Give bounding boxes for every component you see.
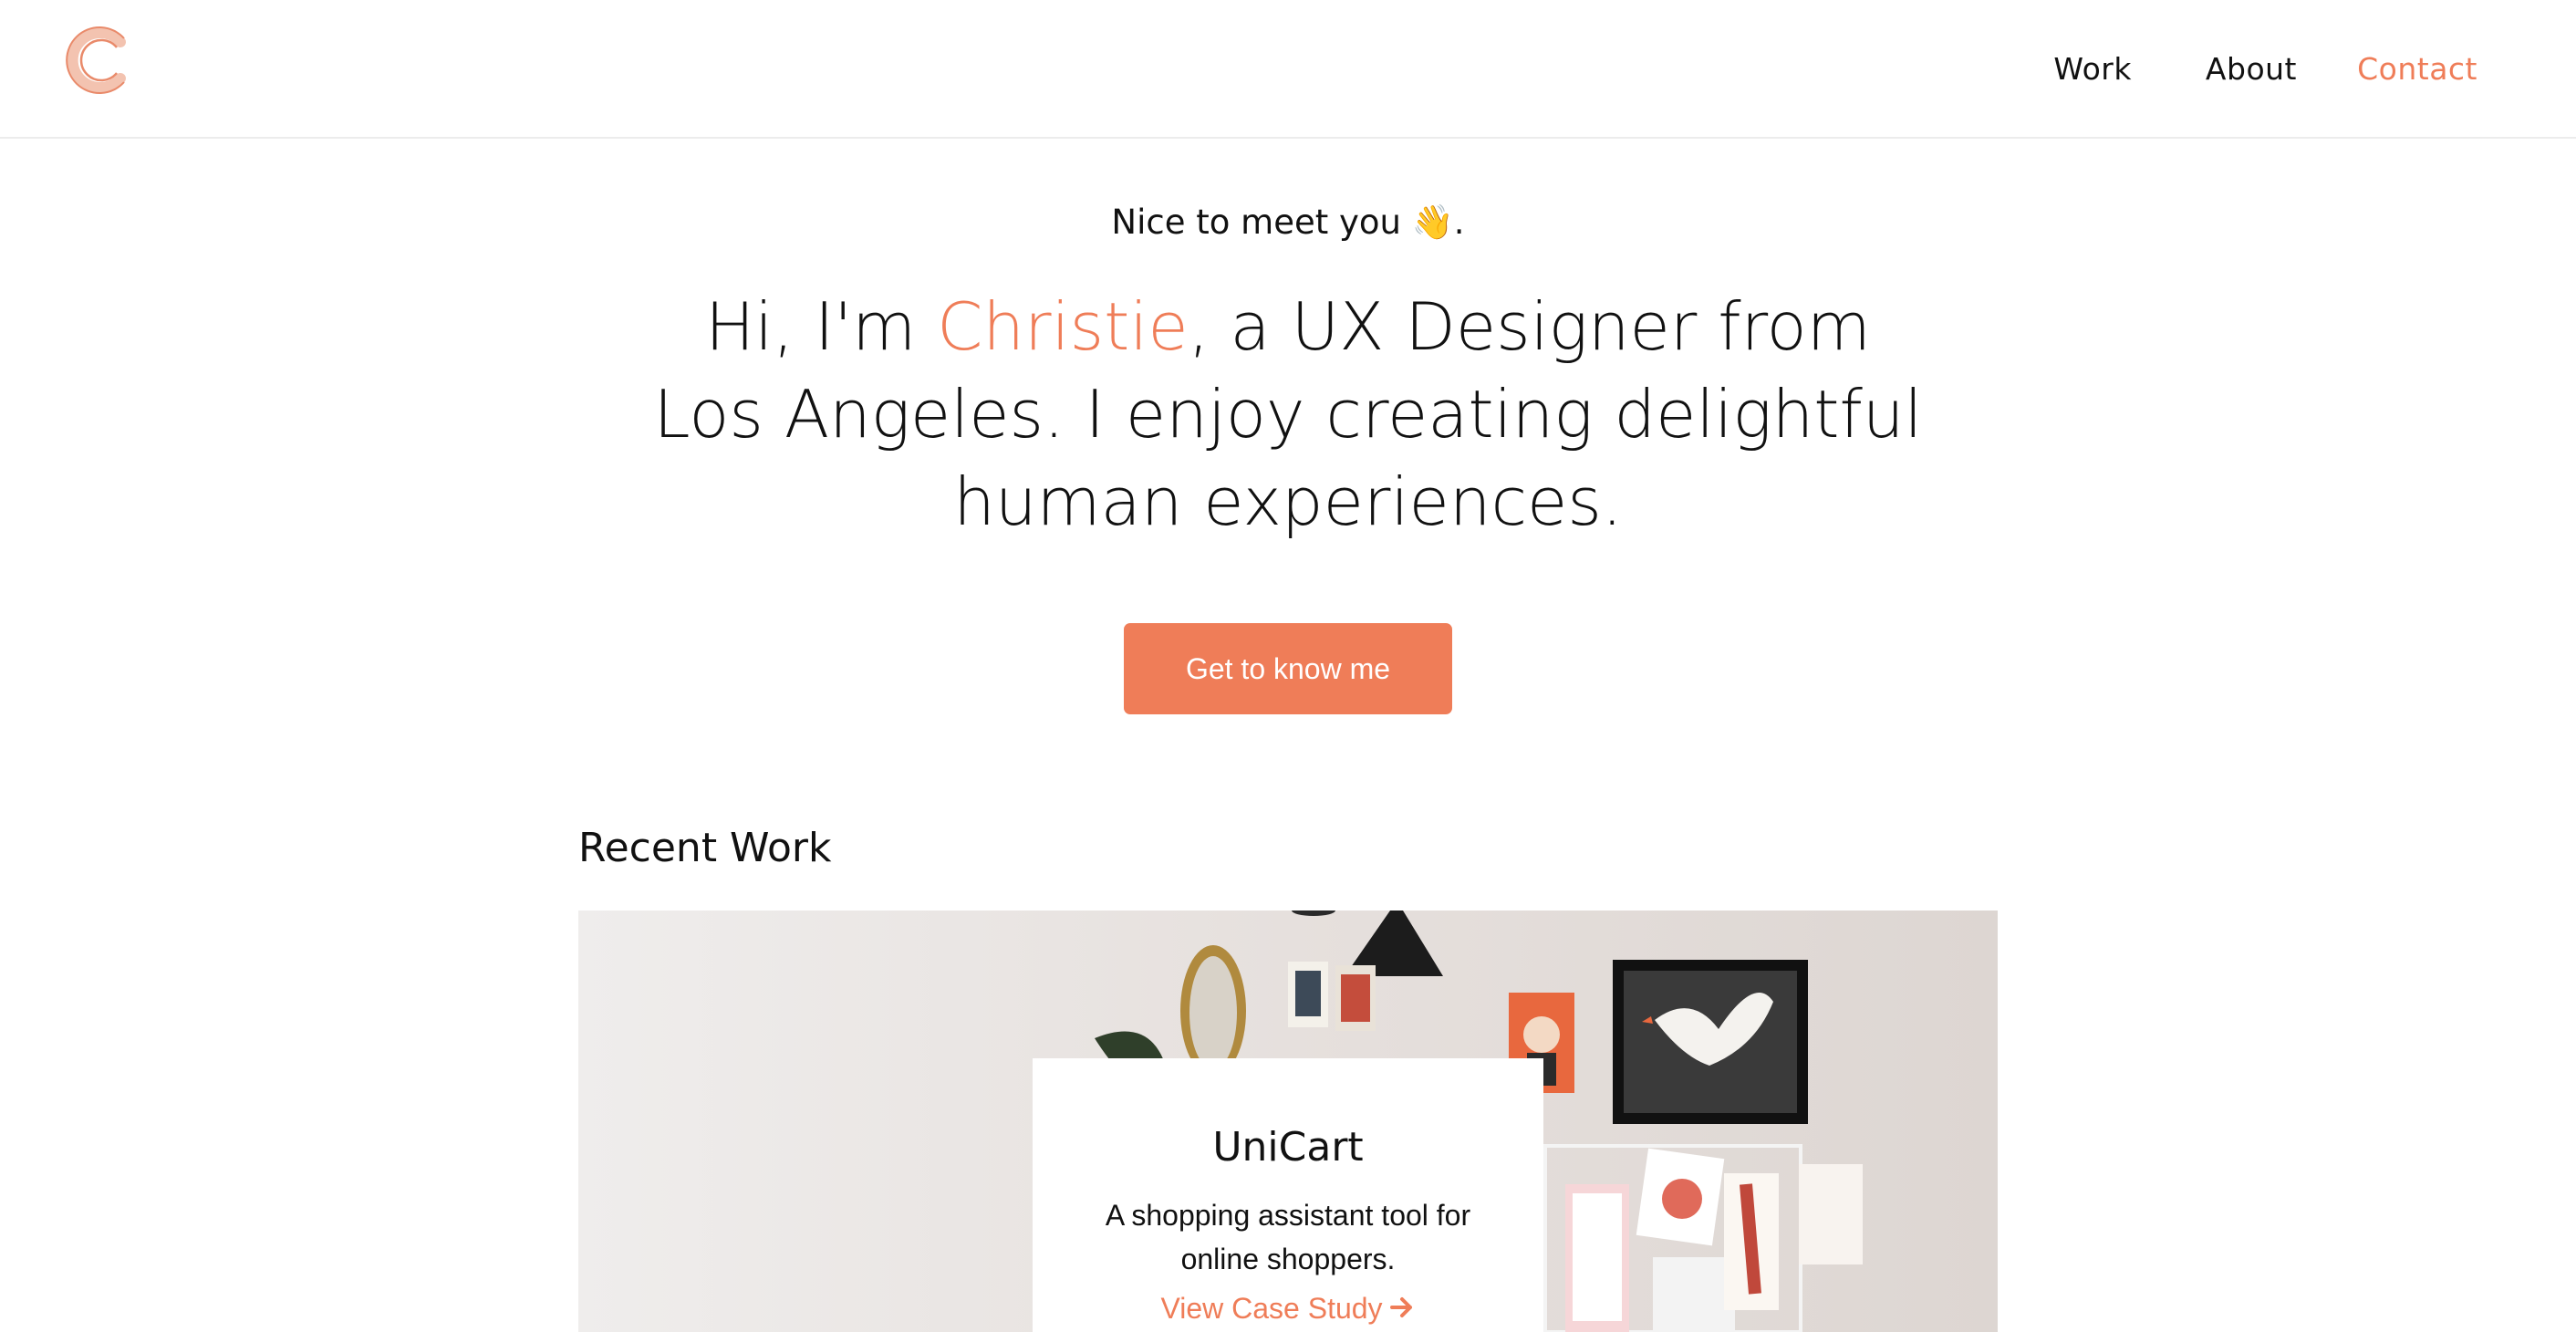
nav-contact-link[interactable]: Contact bbox=[2357, 51, 2477, 87]
headline-name: Christie bbox=[937, 288, 1189, 365]
arrow-right-icon bbox=[1388, 1294, 1416, 1328]
logo-icon[interactable] bbox=[64, 26, 133, 95]
recent-work-heading: Recent Work bbox=[578, 825, 832, 871]
headline-intro: Hi, I'm bbox=[705, 288, 938, 365]
site-header: Work About Contact bbox=[0, 0, 2576, 139]
nav-work-link[interactable]: Work bbox=[2053, 51, 2132, 87]
project-card: UniCart A shopping assistant tool for on… bbox=[1033, 1058, 1543, 1332]
project-title: UniCart bbox=[1212, 1124, 1364, 1171]
get-to-know-me-button[interactable]: Get to know me bbox=[1124, 623, 1452, 714]
hero-greeting: Nice to meet you 👋. bbox=[1111, 203, 1465, 242]
project-description: A shopping assistant tool for online sho… bbox=[1105, 1199, 1471, 1275]
hero-headline: Hi, I'm Christie, a UX Designer from Los… bbox=[649, 283, 1927, 546]
view-case-study-label: View Case Study bbox=[1160, 1292, 1383, 1325]
view-case-study-link[interactable]: View Case Study bbox=[1033, 1292, 1543, 1328]
nav-about-link[interactable]: About bbox=[2206, 51, 2297, 87]
